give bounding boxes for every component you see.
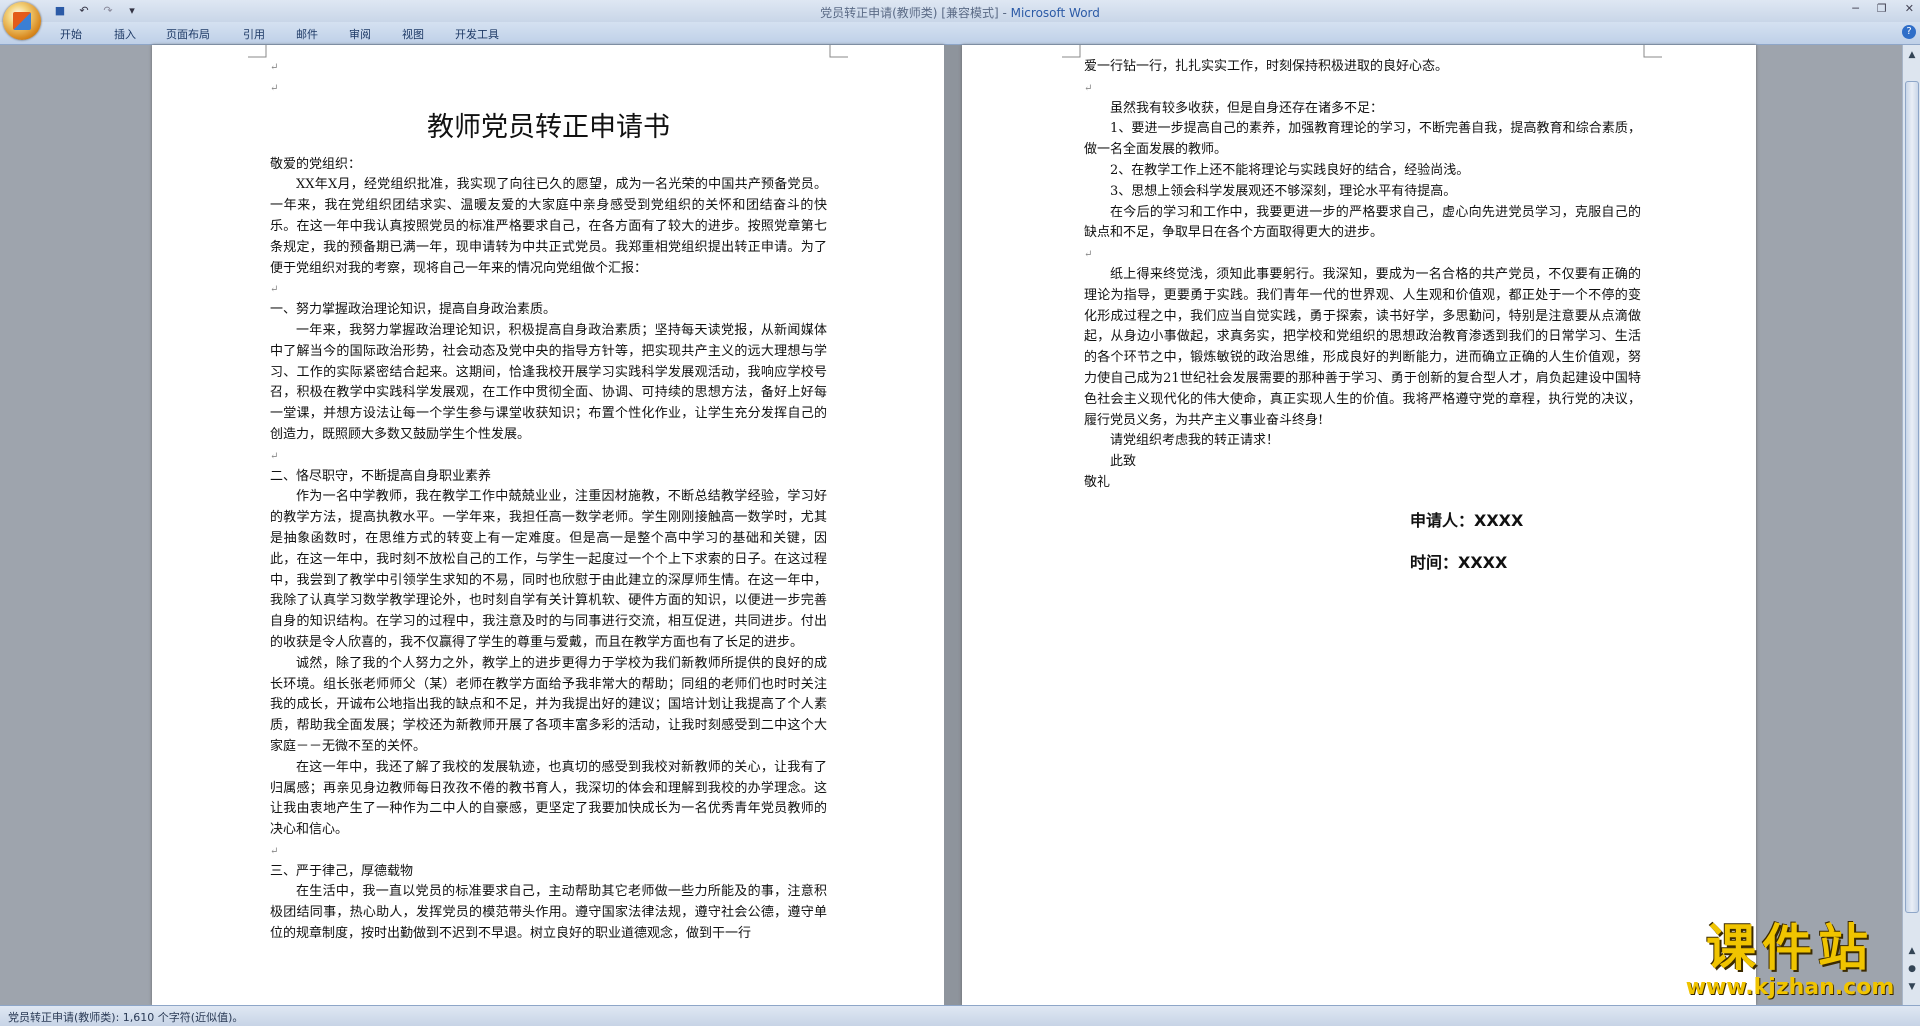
paragraph: 三、严于律己，厚德载物 — [270, 863, 414, 879]
page-2[interactable]: 爱一行钻一行，扎扎实实工作，时刻保持积极进取的良好心态。 ↵ 虽然我有较多收获，但是… — [962, 45, 1756, 1005]
word-count-status[interactable]: 党员转正申请(教师类): 1,610 个字符(近似值)。 — [8, 1009, 243, 1025]
scroll-up-icon[interactable]: ▲ — [1906, 49, 1918, 61]
paragraph: 2、在教学工作上还不能将理论与实践良好的结合，经验尚浅。 — [1110, 162, 1470, 178]
paragraph: 诚然，除了我的个人努力之外，教学上的进步更得力于学校为我们新教师所提供的良好的成… — [270, 655, 827, 754]
ribbon-tabs: 开始 插入 页面布局 引用 邮件 审阅 视图 开发工具 ? — [0, 22, 1920, 45]
page-2-body: 爱一行钻一行，扎扎实实工作，时刻保持积极进取的良好心态。 ↵ 虽然我有较多收获，但是… — [1084, 57, 1641, 584]
paragraph: 二、恪尽职守，不断提高自身职业素养 — [270, 468, 492, 484]
page-1-body: ↵ ↵ 教师党员转正申请书 敬爱的党组织： XX年X月，经党组织批准，我实现了向… — [270, 57, 827, 945]
office-button[interactable] — [3, 2, 41, 40]
margin-corner-mark — [1062, 45, 1081, 58]
page-2-paragraphs: 爱一行钻一行，扎扎实实工作，时刻保持积极进取的良好心态。 ↵ 虽然我有较多收获，但是… — [1084, 57, 1641, 494]
blank-line: ↵ — [270, 450, 279, 462]
help-icon[interactable]: ? — [1902, 25, 1916, 39]
paragraph: 一、努力掌握政治理论知识，提高自身政治素质。 — [270, 302, 557, 318]
applicant-line: 申请人：XXXX — [1410, 510, 1524, 530]
page-gap — [944, 45, 962, 1005]
office-logo-icon — [13, 12, 31, 30]
paragraph: 1、要进一步提高自己的素养，加强教育理论的学习，不断完善自我，提高教育和综合素质… — [1084, 121, 1641, 158]
paragraph: 在今后的学习和工作中，我要更进一步的严格要求自己，虚心向先进党员学习，克服自己的… — [1084, 204, 1641, 241]
paragraph: 一年来，我努力掌握政治理论知识，积极提高自身政治素质；坚持每天读党报，从新闻媒体… — [270, 322, 827, 442]
blank-line: ↵ — [270, 62, 279, 73]
paragraph: 3、思想上领会科学发展观还不够深刻，理论水平有待提高。 — [1110, 183, 1457, 199]
close-icon[interactable]: ✕ — [1905, 2, 1914, 15]
margin-corner-mark — [248, 45, 267, 58]
date-line: 时间：XXXX — [1410, 552, 1508, 572]
paragraph: 纸上得来终觉浅，须知此事要躬行。我深知，要成为一名合格的共产党员，不仅要有正确的… — [1084, 266, 1641, 428]
watermark-logo: 课件站 www.kjzhan.com — [1670, 920, 1910, 1004]
paragraph: 在这一年中，我还了解了我校的发展轨迹，也真切的感受到我校对新教师的关心，让我有了… — [270, 759, 827, 838]
tab-references[interactable]: 引用 — [243, 26, 265, 42]
page-1-paragraphs: XX年X月，经党组织批准，我实现了向往已久的愿望，成为一名光荣的中国共产预备党员… — [270, 175, 827, 944]
blank-line: ↵ — [270, 845, 279, 857]
paragraph: 虽然我有较多收获，但是自身还存在诸多不足： — [1110, 100, 1384, 116]
paragraph: 敬礼 — [1084, 474, 1111, 490]
scrollbar-thumb[interactable] — [1905, 81, 1919, 913]
paragraph: XX年X月，经党组织批准，我实现了向往已久的愿望，成为一名光荣的中国共产预备党员… — [270, 177, 827, 276]
margin-corner-mark — [1643, 45, 1662, 58]
blank-line: ↵ — [1084, 249, 1093, 261]
tab-mailings[interactable]: 邮件 — [296, 26, 318, 42]
watermark-url: www.kjzhan.com — [1685, 975, 1895, 1000]
paragraph: 此致 — [1110, 454, 1137, 470]
tab-review[interactable]: 审阅 — [349, 26, 371, 42]
margin-corner-mark — [829, 45, 848, 58]
vertical-scrollbar[interactable]: ▲ ▲ ● ▼ — [1902, 45, 1920, 1005]
paragraph: 在生活中，我一直以党员的标准要求自己，主动帮助其它老师做一些力所能及的事，注意积… — [270, 884, 827, 942]
blank-line: ↵ — [270, 284, 279, 296]
salutation: 敬爱的党组织： — [270, 156, 362, 172]
window-controls: ─ ❐ ✕ — [1852, 2, 1914, 15]
tab-view[interactable]: 视图 — [402, 26, 424, 42]
restore-icon[interactable]: ❐ — [1877, 2, 1887, 15]
tab-developer[interactable]: 开发工具 — [455, 26, 499, 42]
tab-page-layout[interactable]: 页面布局 — [166, 26, 210, 42]
paragraph: 作为一名中学教师，我在教学工作中兢兢业业，注重因材施教，不断总结教学经验，学习好… — [270, 489, 827, 650]
tab-home[interactable]: 开始 — [60, 26, 82, 42]
document-title: 党员转正申请(教师类) [兼容模式] - — [820, 6, 1011, 20]
watermark-text: 课件站 — [1706, 919, 1874, 977]
paragraph: 爱一行钻一行，扎扎实实工作，时刻保持积极进取的良好心态。 — [1084, 59, 1449, 74]
paragraph: 请党组织考虑我的转正请求！ — [1110, 433, 1280, 449]
title-bar: ■ ↶ ↷ ▾ 党员转正申请(教师类) [兼容模式] - Microsoft W… — [0, 0, 1920, 22]
page-1[interactable]: ↵ ↵ 教师党员转正申请书 敬爱的党组织： XX年X月，经党组织批准，我实现了向… — [152, 45, 944, 1005]
blank-line: ↵ — [1084, 82, 1093, 94]
minimize-icon[interactable]: ─ — [1852, 2, 1859, 15]
status-bar: 党员转正申请(教师类): 1,610 个字符(近似值)。 — [0, 1005, 1920, 1026]
app-name: Microsoft Word — [1010, 6, 1100, 20]
document-heading: 教师党员转正申请书 — [427, 111, 670, 143]
window-title: 党员转正申请(教师类) [兼容模式] - Microsoft Word — [0, 4, 1920, 21]
blank-line: ↵ — [270, 82, 279, 94]
document-area: ↵ ↵ 教师党员转正申请书 敬爱的党组织： XX年X月，经党组织批准，我实现了向… — [0, 45, 1902, 1005]
tab-insert[interactable]: 插入 — [114, 26, 136, 42]
